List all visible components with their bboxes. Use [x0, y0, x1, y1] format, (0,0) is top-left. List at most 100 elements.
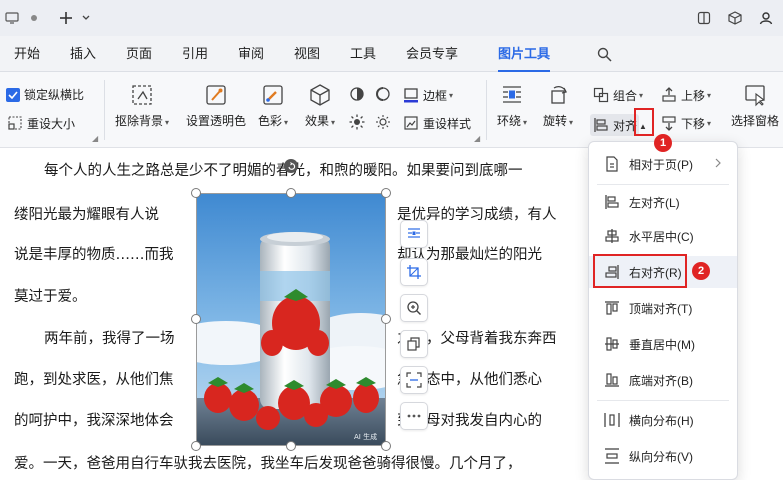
search-icon[interactable]: [596, 46, 612, 62]
tab-review[interactable]: 审阅: [238, 36, 264, 72]
lock-aspect-ratio-checkbox[interactable]: 锁定纵横比: [6, 86, 84, 103]
remove-background-label: 抠除背景: [115, 114, 164, 128]
resize-handle-top-left[interactable]: [191, 188, 201, 198]
reading-mode-icon[interactable]: [696, 10, 712, 26]
paragraph-line: 缕阳光最为耀眼有人说: [14, 207, 159, 223]
effects-cube-icon: [307, 82, 333, 108]
paragraph-line: 爱。一天，爸爸用自行车驮我去医院，我坐车后发现爸爸骑得很慢。几个月了，: [14, 456, 522, 472]
ribbon-divider: [104, 80, 105, 140]
align-icon: [592, 116, 610, 134]
bring-forward-button[interactable]: 上移 ▾: [660, 86, 711, 104]
group-button[interactable]: 组合 ▾: [592, 86, 643, 104]
ribbon-divider: [486, 80, 487, 140]
tab-tools[interactable]: 工具: [350, 36, 376, 72]
tab-view[interactable]: 视图: [294, 36, 320, 72]
tab-insert[interactable]: 插入: [70, 36, 96, 72]
contrast-decrease-icon[interactable]: [375, 86, 391, 102]
menu-item-label: 相对于页(P): [629, 157, 693, 172]
group-launcher-icon[interactable]: ◢: [92, 134, 98, 143]
align-center-h-icon: [603, 227, 621, 245]
floating-picture-toolbar: [400, 220, 430, 436]
copy-icon[interactable]: [400, 330, 428, 358]
align-middle-v-icon: [603, 335, 621, 353]
brightness-increase-icon[interactable]: [349, 114, 365, 130]
submenu-chevron-right-icon: [715, 157, 721, 171]
group-objects-icon: [592, 86, 610, 104]
border-button[interactable]: 边框 ▾: [402, 86, 453, 104]
lock-aspect-ratio-label: 锁定纵横比: [24, 88, 85, 102]
menu-item-label: 左对齐(L): [629, 195, 680, 210]
checkbox-checked-icon: [6, 87, 20, 102]
menu-separator: [597, 184, 729, 185]
set-transparent-color-label: 设置透明色: [186, 114, 247, 128]
menu-item-relative-to-page[interactable]: 相对于页(P): [589, 148, 737, 180]
layout-options-icon[interactable]: [400, 220, 428, 248]
tab-references[interactable]: 引用: [182, 36, 208, 72]
selected-picture[interactable]: AI 生成: [196, 193, 386, 446]
window-icon[interactable]: [4, 10, 20, 26]
paragraph-line: 两年前，我得了一场: [44, 331, 175, 347]
page-relative-icon: [603, 155, 621, 173]
align-dropdown-menu: 相对于页(P) 左对齐(L) 水平居中(C) 右对齐(R) 顶端对齐(T) 垂直…: [588, 141, 738, 480]
rotate-label: 旋转: [543, 114, 568, 128]
tab-home[interactable]: 开始: [14, 36, 40, 72]
reset-size-button[interactable]: 重设大小: [6, 114, 75, 132]
effects-label: 效果: [305, 114, 330, 128]
color-button[interactable]: 色彩 ▾: [258, 82, 288, 129]
selection-pane-icon: [742, 82, 768, 108]
image-to-text-icon[interactable]: [400, 366, 428, 394]
border-label: 边框: [423, 88, 448, 103]
resize-handle-left[interactable]: [191, 314, 201, 324]
text-wrap-button[interactable]: 环绕 ▾: [497, 82, 527, 129]
resize-handle-bottom-right[interactable]: [381, 441, 391, 451]
menu-item-align-bottom[interactable]: 底端对齐(B): [589, 364, 737, 396]
menu-item-align-center-horizontal[interactable]: 水平居中(C): [589, 220, 737, 252]
remove-background-icon: [129, 82, 155, 108]
crop-icon[interactable]: [400, 258, 428, 286]
rotate-handle-icon[interactable]: [284, 159, 298, 173]
menu-item-align-top[interactable]: 顶端对齐(T): [589, 292, 737, 324]
resize-handle-top-right[interactable]: [381, 188, 391, 198]
zoom-in-icon[interactable]: [400, 294, 428, 322]
selection-pane-button[interactable]: 选择窗格: [731, 82, 779, 129]
brightness-decrease-icon[interactable]: [375, 114, 391, 130]
selection-pane-label: 选择窗格: [731, 114, 780, 128]
align-bottom-icon: [603, 371, 621, 389]
align-button[interactable]: 对齐: [590, 114, 640, 136]
menu-item-distribute-vertical[interactable]: 纵向分布(V): [589, 440, 737, 472]
menu-item-align-left[interactable]: 左对齐(L): [589, 186, 737, 218]
tab-page[interactable]: 页面: [126, 36, 152, 72]
annotation-highlight-align-right: [593, 254, 687, 288]
annotation-highlight-dropdown-arrow: [634, 108, 654, 136]
contrast-increase-icon[interactable]: [349, 86, 365, 102]
user-account-icon[interactable]: [758, 10, 774, 26]
resize-handle-bottom[interactable]: [286, 441, 296, 451]
reset-style-label: 重设样式: [423, 116, 472, 131]
effects-button[interactable]: 效果 ▾: [305, 82, 335, 129]
tab-dropdown-chevron-icon[interactable]: [78, 10, 94, 26]
menu-item-align-middle-vertical[interactable]: 垂直居中(M): [589, 328, 737, 360]
set-transparent-color-button[interactable]: 设置透明色: [186, 82, 246, 129]
remove-background-button[interactable]: 抠除背景 ▾: [115, 82, 169, 129]
resize-handle-right[interactable]: [381, 314, 391, 324]
more-options-icon[interactable]: [400, 402, 428, 430]
menu-item-label: 横向分布(H): [629, 413, 694, 428]
send-backward-button[interactable]: 下移 ▾: [660, 114, 711, 132]
menu-separator: [597, 400, 729, 401]
distribute-h-icon: [603, 411, 621, 429]
cube-icon[interactable]: [727, 10, 743, 26]
tab-picture-tools[interactable]: 图片工具: [498, 36, 551, 72]
resize-handle-bottom-left[interactable]: [191, 441, 201, 451]
tab-member[interactable]: 会员专享: [406, 36, 458, 72]
group-launcher-icon[interactable]: ◢: [474, 134, 480, 143]
strawberry-can-image: AI 生成: [196, 193, 386, 446]
rotate-button[interactable]: 旋转 ▾: [543, 82, 573, 129]
bring-forward-label: 上移: [681, 88, 706, 103]
menu-item-distribute-horizontal[interactable]: 横向分布(H): [589, 404, 737, 436]
align-top-icon: [603, 299, 621, 317]
new-tab-plus-icon[interactable]: [58, 10, 74, 26]
title-bar: [0, 0, 783, 36]
reset-style-button[interactable]: 重设样式: [402, 114, 471, 132]
reset-size-label: 重设大小: [27, 116, 76, 131]
resize-handle-top[interactable]: [286, 188, 296, 198]
